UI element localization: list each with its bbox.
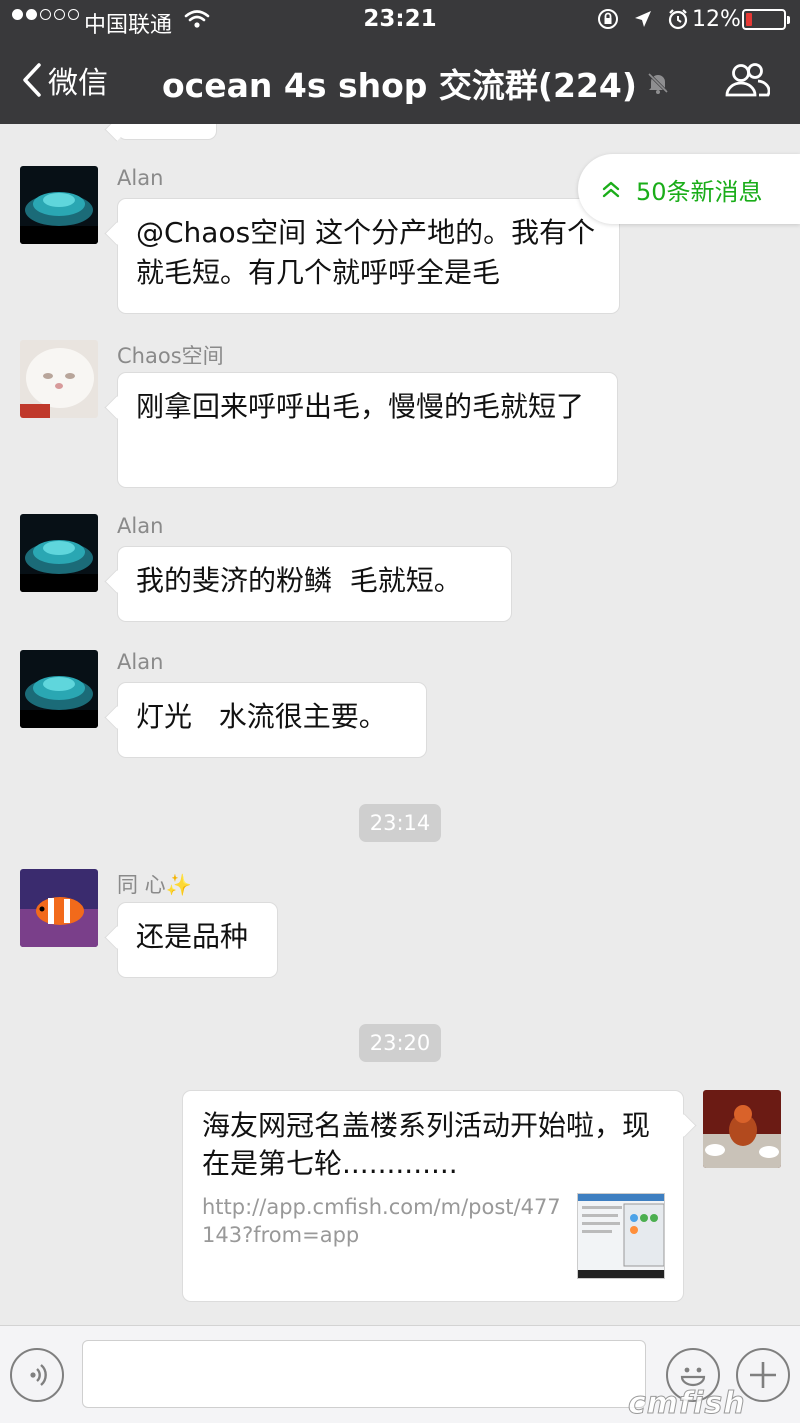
chevron-left-icon xyxy=(23,63,41,97)
top-bar: 中国联通 23:21 12% 微信 ocean 4s shop 交流群(224) xyxy=(0,0,800,124)
back-label: 微信 xyxy=(48,66,108,101)
message-bubble[interactable]: 我的斐济的粉鳞 毛就短。 xyxy=(117,546,512,622)
link-thumbnail xyxy=(577,1193,665,1279)
group-members-icon[interactable] xyxy=(724,62,770,98)
nav-bar: 微信 ocean 4s shop 交流群(224) xyxy=(0,40,800,124)
mute-bell-icon xyxy=(647,72,668,94)
avatar-alan[interactable] xyxy=(20,166,98,244)
sender-name: Alan xyxy=(117,514,164,538)
status-bar: 中国联通 23:21 12% xyxy=(0,0,800,40)
new-messages-label: 50条新消息 xyxy=(636,177,763,206)
battery-icon xyxy=(742,9,790,30)
chat-area[interactable]: Alan @Chaos空间 这个分产地的。我有个就毛短。有几个就呼呼全是毛 50… xyxy=(0,124,800,1325)
message-bubble[interactable]: 刚拿回来呼呼出毛，慢慢的毛就短了 xyxy=(117,372,618,488)
message-bubble[interactable]: @Chaos空间 这个分产地的。我有个就毛短。有几个就呼呼全是毛 xyxy=(117,198,620,314)
avatar-self[interactable] xyxy=(703,1090,781,1168)
message-text: 我的斐济的粉鳞 毛就短。 xyxy=(136,564,462,597)
message-bubble[interactable]: 还是品种 xyxy=(117,902,278,978)
link-url: http://app.cmfish.com/m/post/477143?from… xyxy=(202,1195,561,1247)
alarm-icon xyxy=(668,9,688,30)
timestamp-label: 23:20 xyxy=(358,1024,442,1062)
input-bar: cmfish xyxy=(0,1325,800,1423)
message-text: 还是品种 xyxy=(136,920,249,953)
chat-title: ocean 4s shop 交流群(224) xyxy=(162,59,671,107)
link-title: 海友网冠名盖楼系列活动开始啦，现在是第七轮............. xyxy=(202,1109,651,1180)
sender-name: 同 心✨ xyxy=(117,873,192,897)
avatar-alan[interactable] xyxy=(20,650,98,728)
voice-icon xyxy=(30,1364,47,1386)
double-chevron-up-icon xyxy=(602,181,620,198)
orientation-lock-icon xyxy=(598,9,618,29)
message-text: 刚拿回来呼呼出毛，慢慢的毛就短了 xyxy=(136,390,585,423)
timestamp: 23:14 xyxy=(0,804,800,842)
avatar-alan[interactable] xyxy=(20,514,98,592)
message-text: @Chaos空间 这个分产地的。我有个就毛短。有几个就呼呼全是毛 xyxy=(136,216,596,289)
message-input[interactable] xyxy=(82,1340,646,1408)
link-card[interactable]: 海友网冠名盖楼系列活动开始啦，现在是第七轮............. http:… xyxy=(182,1090,684,1302)
timestamp: 23:20 xyxy=(0,1024,800,1062)
back-button[interactable]: 微信 xyxy=(22,58,108,102)
message-text: 灯光 水流很主要。 xyxy=(136,700,387,733)
new-messages-button[interactable]: 50条新消息 xyxy=(578,154,800,224)
chat-title-text: ocean 4s shop 交流群(224) xyxy=(162,66,637,105)
location-arrow-icon xyxy=(635,11,651,27)
watermark-logo: cmfish xyxy=(628,1386,746,1422)
sender-name: Alan xyxy=(117,166,164,190)
avatar-chaos[interactable] xyxy=(20,340,98,418)
voice-button[interactable] xyxy=(10,1348,64,1402)
sender-name: Alan xyxy=(117,650,164,674)
sender-name: Chaos空间 xyxy=(117,344,224,368)
message-bubble-partial xyxy=(117,124,217,140)
timestamp-label: 23:14 xyxy=(358,804,442,842)
avatar-tongxin[interactable] xyxy=(20,869,98,947)
message-bubble[interactable]: 灯光 水流很主要。 xyxy=(117,682,427,758)
battery-percent: 12% xyxy=(692,7,741,32)
